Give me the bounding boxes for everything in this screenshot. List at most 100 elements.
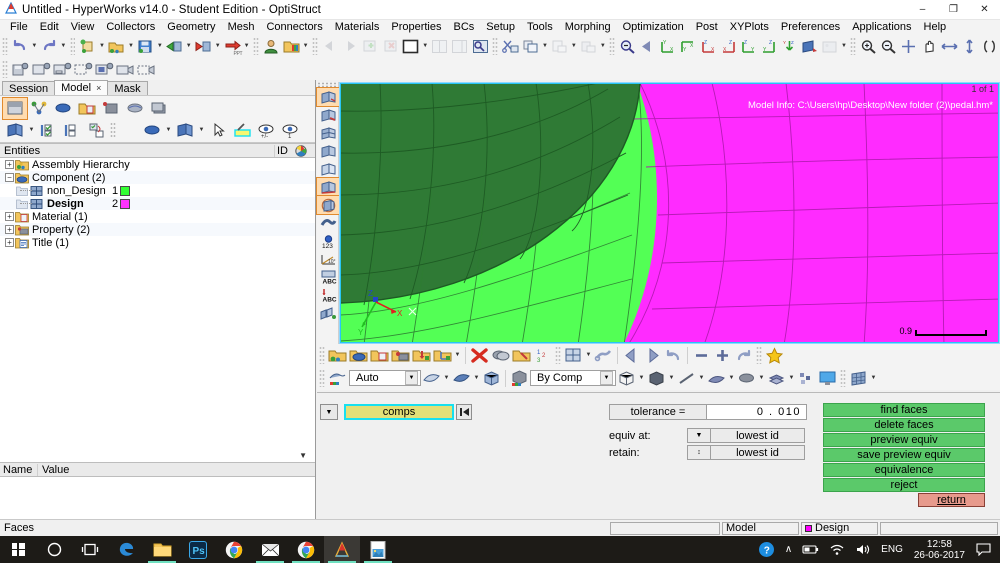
shaded-surface-dropdown-icon[interactable]: ▼ [472, 368, 481, 388]
split-window-layout-icon[interactable] [430, 36, 450, 56]
menu-item-file[interactable]: File [4, 20, 34, 34]
show-hidden-icons-chevron-icon[interactable]: ∧ [780, 544, 797, 555]
menu-item-view[interactable]: View [65, 20, 101, 34]
paste-dropdown-icon[interactable]: ▼ [570, 36, 579, 56]
task-view-button[interactable] [72, 536, 108, 563]
panel-button-preview-equiv[interactable]: preview equiv [823, 433, 985, 447]
line-dropdown-icon[interactable]: ▼ [697, 368, 706, 388]
copy-dropdown-icon[interactable]: ▼ [541, 36, 550, 56]
system-collector-icon[interactable] [432, 345, 453, 365]
tree-expander-plus-icon[interactable]: + [5, 212, 14, 221]
start-button[interactable] [0, 536, 36, 563]
menu-item-collectors[interactable]: Collectors [100, 20, 161, 34]
comps-selector-button[interactable]: comps [344, 404, 454, 420]
entity-selector-arrow-icon[interactable]: ▼ [320, 404, 338, 420]
tree-row[interactable]: − Component (2) [0, 171, 315, 184]
tree-expander-plus-icon[interactable]: + [5, 238, 14, 247]
view-xz-icon[interactable]: ZX [718, 36, 738, 56]
view-yz-icon[interactable]: ZY [759, 36, 779, 56]
save-model-icon[interactable] [135, 36, 155, 56]
shading-dropdown-arrow-icon[interactable]: ▼ [405, 371, 418, 385]
property-collector-icon[interactable] [390, 345, 411, 365]
load-view-icon[interactable] [123, 98, 147, 119]
export-ppt-icon[interactable]: PPT [222, 36, 243, 57]
tree-row[interactable]: Design 2 [0, 197, 315, 210]
pan-vertical-icon[interactable] [959, 36, 979, 56]
panel-button-reject[interactable]: reject [823, 478, 985, 492]
browser-tab-mask[interactable]: Mask [107, 81, 148, 95]
ppt-dropdown-icon[interactable]: ▼ [242, 36, 251, 56]
paste-special-icon[interactable] [578, 36, 598, 56]
isometric-view-icon[interactable]: ZY [779, 36, 799, 56]
import-dropdown-icon[interactable]: ▼ [184, 36, 193, 56]
color-dropdown-icon[interactable]: ▼ [301, 36, 310, 56]
record-region-video-icon[interactable] [136, 59, 157, 79]
tree-expander-plus-icon[interactable]: + [5, 160, 14, 169]
surface-display-icon[interactable] [421, 368, 442, 388]
element-dropdown-icon[interactable]: ▼ [197, 120, 206, 140]
material-collector-icon[interactable] [369, 345, 390, 365]
tree-row[interactable]: + Property (2) [0, 223, 315, 236]
view-yx-icon[interactable]: YX [657, 36, 677, 56]
retain-value[interactable]: lowest id [711, 445, 805, 460]
model-viewport[interactable]: Z Y X 1 of 1 Model Info: C:\Users\hp\Des… [339, 82, 1000, 344]
collapse-arrow-icon[interactable]: ▼ [299, 451, 307, 460]
hidden-solid-icon[interactable] [646, 368, 667, 388]
menu-item-setup[interactable]: Setup [480, 20, 521, 34]
panel-button-delete-faces[interactable]: delete faces [823, 418, 985, 432]
redo-icon[interactable] [39, 36, 59, 56]
color-wheel-icon[interactable] [293, 144, 315, 157]
panel-button-return[interactable]: return [918, 493, 985, 507]
component-collector-icon[interactable] [348, 345, 369, 365]
zoom-back-icon[interactable] [637, 36, 657, 56]
menu-item-help[interactable]: Help [918, 20, 953, 34]
create-component-icon[interactable] [327, 345, 348, 365]
paste-icon[interactable] [549, 36, 569, 56]
model-tree[interactable]: + Assembly Hierarchy − Component (2) non_Des… [0, 158, 315, 348]
cut-icon[interactable] [500, 36, 520, 56]
element-labels-icon[interactable]: ABC [317, 268, 339, 286]
taskbar-clock[interactable]: 12:58 26-06-2017 [908, 539, 971, 561]
pan-hand-icon[interactable] [919, 36, 939, 56]
menu-item-xyplots[interactable]: XYPlots [724, 20, 775, 34]
toolbar-grip[interactable] [69, 37, 76, 55]
line-display-icon[interactable] [676, 368, 697, 388]
tree-expander-plus-icon[interactable]: + [5, 225, 14, 234]
toolbar-grip[interactable] [555, 346, 561, 364]
mail-button[interactable] [252, 536, 288, 563]
tree-item-color-swatch[interactable] [120, 198, 130, 209]
shrink-dropdown-icon[interactable]: ▼ [727, 368, 736, 388]
toolbar-grip[interactable] [850, 37, 857, 55]
close-button[interactable]: ✕ [969, 0, 1000, 20]
toolbar-grip[interactable] [319, 369, 325, 387]
scatter-display-icon[interactable] [796, 368, 817, 388]
retain-spinner-icon[interactable]: ↕ [687, 445, 711, 460]
capture-screen-icon[interactable] [94, 59, 115, 79]
geometry-dropdown-icon[interactable]: ▼ [164, 120, 173, 140]
panel-button-find-faces[interactable]: find faces [823, 403, 985, 417]
quality-dropdown-icon[interactable]: ▼ [757, 368, 766, 388]
wireframe-dropdown-icon[interactable]: ▼ [637, 368, 646, 388]
menu-item-morphing[interactable]: Morphing [559, 20, 617, 34]
transparent-icon[interactable] [317, 160, 339, 178]
previous-page-icon[interactable] [320, 36, 340, 56]
view-normal-icon[interactable] [799, 36, 819, 56]
paste-special-dropdown-icon[interactable]: ▼ [598, 36, 607, 56]
wifi-icon[interactable] [824, 543, 850, 556]
equiv-at-dropdown-icon[interactable]: ▼ [687, 428, 711, 443]
panel-button-equivalence[interactable]: equivalence [823, 463, 985, 477]
tree-row[interactable]: non_Design 1 [0, 184, 315, 197]
contour-dropdown-icon[interactable]: ▼ [787, 368, 796, 388]
tree-row[interactable]: + Assembly Hierarchy [0, 158, 315, 171]
toolbar-grip[interactable] [2, 60, 8, 78]
numbers-icon[interactable]: 123 [532, 345, 553, 365]
tolerance-input[interactable]: 0 . 010 [707, 404, 807, 420]
single-window-layout-icon[interactable] [401, 36, 421, 56]
status-cell-model[interactable]: Model [722, 521, 799, 535]
menu-item-preferences[interactable]: Preferences [775, 20, 846, 34]
capture-selection-icon[interactable] [73, 59, 94, 79]
mesh-back-icon[interactable] [621, 345, 642, 365]
show-one-icon[interactable]: 1 [278, 120, 302, 141]
menu-item-materials[interactable]: Materials [329, 20, 386, 34]
photoshop-button[interactable]: Ps [180, 536, 216, 563]
